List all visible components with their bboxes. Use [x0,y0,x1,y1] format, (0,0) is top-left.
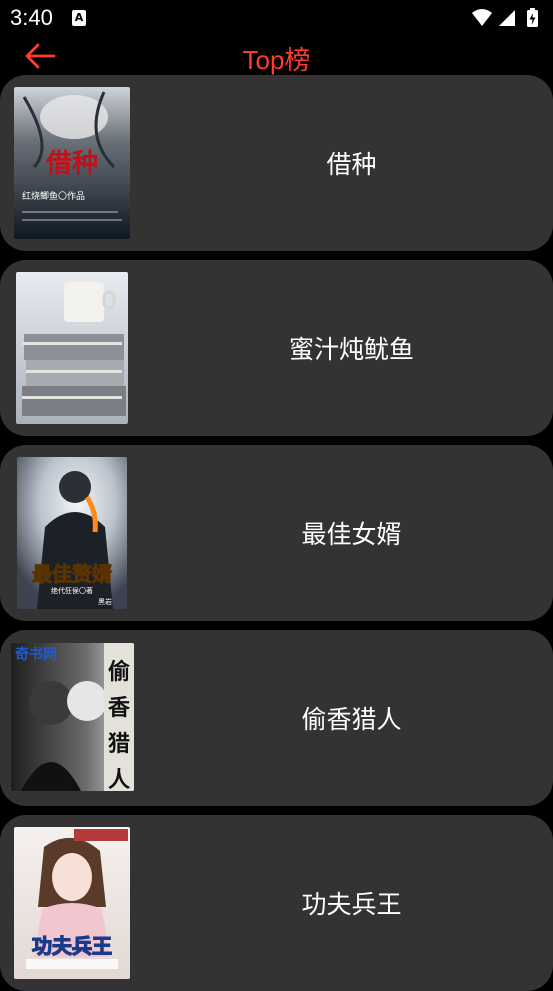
book-card[interactable]: 奇书网 偷 香 猎 人 偷香猎人 [0,630,553,806]
svg-text:偷: 偷 [108,659,130,685]
app-bar: Top榜 [0,36,553,76]
cover-title: 最佳赘婿 [32,562,112,586]
book-cover-image: 奇书网 偷 香 猎 人 [11,643,134,791]
battery-charging-icon [527,8,538,27]
book-title: 最佳女婿 [301,520,402,549]
svg-text:香: 香 [108,695,130,721]
cover-badge: 奇书网 [15,646,57,663]
cover-title: 借种 [45,149,98,179]
book-card[interactable]: 功夫兵王 功夫兵王 [0,815,553,991]
book-title: 蜜汁炖鱿鱼 [288,335,414,364]
book-cover-image: 最佳赘婿 绝代狂侯〇著 黑岩 [17,457,127,609]
cover-author: 红烧鲫鱼〇作品 [22,190,85,202]
book-cover-image [16,272,128,424]
svg-text:人: 人 [108,767,130,791]
status-bar: 3:40 A [0,0,553,36]
book-cover-image: 功夫兵王 [14,827,130,979]
book-card[interactable]: 蜜汁炖鱿鱼 [0,260,553,436]
page-title: Top榜 [242,45,311,75]
book-card[interactable]: 最佳赘婿 绝代狂侯〇著 黑岩 最佳女婿 [0,445,553,621]
cover-title: 功夫兵王 [32,934,112,958]
book-card[interactable]: 借种 红烧鲫鱼〇作品 借种 [0,75,553,251]
book-title: 偷香猎人 [301,705,402,734]
book-title: 借种 [326,150,377,179]
book-cover-image: 借种 红烧鲫鱼〇作品 [14,87,130,239]
cover-badge: 黑岩 [98,597,112,606]
status-icons [472,8,538,27]
book-title: 功夫兵王 [301,890,402,919]
signal-icon [499,10,515,26]
wifi-icon [472,9,492,26]
cover-author: 绝代狂侯〇著 [51,586,93,595]
notification-icon: A [72,10,86,26]
status-time: 3:40 [10,5,53,30]
svg-text:猎: 猎 [108,731,130,757]
